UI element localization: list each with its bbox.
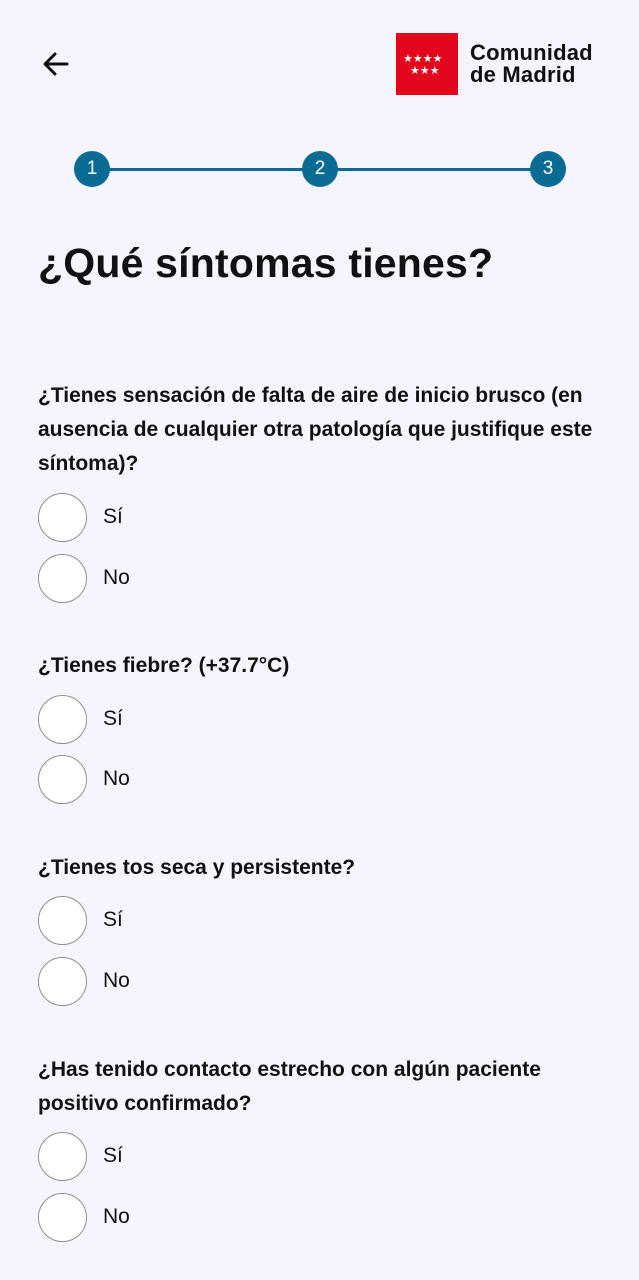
radio-button[interactable] [38,694,87,744]
logo-line1: Comunidad [470,40,593,65]
option-label: No [103,969,130,992]
step-2[interactable]: 2 [302,151,338,187]
logo-text: Comunidad de Madrid [470,42,593,86]
logo-line2: de Madrid [470,62,576,87]
option-dry-cough-no[interactable]: No [38,956,338,1006]
progress-stepper: 1 2 3 [74,151,566,187]
radio-button[interactable] [38,754,87,804]
option-close-contact-no[interactable]: No [38,1192,338,1242]
radio-button[interactable] [38,553,87,603]
question-close-contact: ¿Has tenido contacto estrecho con algún … [38,1058,541,1115]
symptoms-screen: ★★★★ ★★★ Comunidad de Madrid 1 2 3 ¿Qué … [0,0,639,1280]
step-3[interactable]: 3 [530,151,566,187]
svg-text:★★★: ★★★ [410,64,440,77]
step-1[interactable]: 1 [74,151,110,187]
option-label: Sí [103,505,123,528]
page-title: ¿Qué síntomas tienes? [38,240,494,286]
madrid-flag-icon: ★★★★ ★★★ [396,33,458,95]
option-label: Sí [103,908,123,931]
question-dry-cough: ¿Tienes tos seca y persistente? [38,856,356,879]
question-fever: ¿Tienes fiebre? (+37.7°C) [38,654,290,677]
option-breathlessness-yes[interactable]: Sí [38,492,338,542]
option-fever-yes[interactable]: Sí [38,694,338,744]
radio-button[interactable] [38,1192,87,1242]
option-breathlessness-no[interactable]: No [38,553,338,603]
option-label: No [103,566,130,589]
question-breathlessness: ¿Tienes sensación de falta de aire de in… [38,384,593,475]
arrow-left-icon [43,52,69,76]
option-label: No [103,767,130,790]
radio-button[interactable] [38,492,87,542]
radio-button[interactable] [38,1131,87,1181]
back-button[interactable] [36,44,76,84]
comunidad-de-madrid-logo: ★★★★ ★★★ Comunidad de Madrid [396,32,606,96]
option-close-contact-yes[interactable]: Sí [38,1131,338,1181]
option-label: Sí [103,707,123,730]
radio-button[interactable] [38,895,87,945]
option-label: No [103,1205,130,1228]
option-label: Sí [103,1144,123,1167]
option-dry-cough-yes[interactable]: Sí [38,895,338,945]
radio-button[interactable] [38,956,87,1006]
option-fever-no[interactable]: No [38,754,338,804]
